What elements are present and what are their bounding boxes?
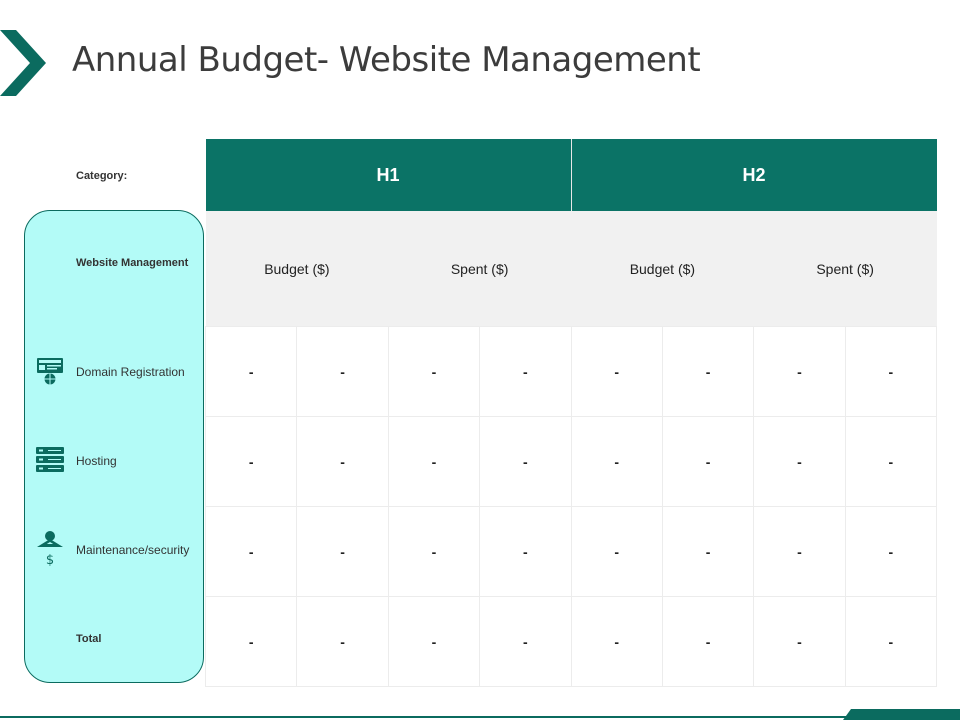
chevron-logo-icon [0,30,46,96]
table-cell: - [570,416,663,507]
table-cell: - [753,416,846,507]
period-header-row: H1 H2 [205,139,937,211]
table-cell: - [296,596,389,687]
table-cell: - [479,416,572,507]
table-cell: - [387,596,481,687]
table-cell: - [570,596,663,687]
table-cell: - [661,506,755,597]
domain-registration-icon [37,358,63,385]
row-label-hosting: Hosting [76,454,117,468]
server-rack-icon [36,447,64,472]
table-row: - - - - - - - - [204,506,938,597]
period-header-h2: H2 [571,139,937,211]
row-label-total: Total [76,633,102,645]
table-cell: - [844,326,938,417]
table-cell: - [204,596,298,687]
table-cell: - [661,326,755,417]
table-row: - - - - - - - - [204,326,938,417]
footer-tab [843,709,960,720]
table-cell: - [387,326,481,417]
footer-rule [0,716,960,718]
table-cell: - [844,416,938,507]
table-cell: - [204,506,298,597]
budget-table: H1 H2 Budget ($) Spent ($) Budget ($) Sp… [204,139,938,687]
table-cell: - [479,506,572,597]
table-cell: - [753,596,846,687]
table-row: - - - - - - - - [204,416,938,507]
table-cell: - [661,416,755,507]
table-cell: - [387,506,481,597]
subheader-h1-budget: Budget ($) [205,211,389,327]
table-cell: - [661,596,755,687]
table-cell: - [844,596,938,687]
table-cell: - [753,506,846,597]
table-cell: - [570,326,663,417]
subheader-h2-budget: Budget ($) [571,211,754,327]
table-cell: - [296,416,389,507]
table-cell: - [479,326,572,417]
row-label-website-management: Website Management [76,257,189,269]
table-cell: - [570,506,663,597]
subheader-row: Budget ($) Spent ($) Budget ($) Spent ($… [205,211,937,327]
table-cell: - [844,506,938,597]
table-cell: - [204,416,298,507]
table-cell: - [296,326,389,417]
row-label-domain-registration: Domain Registration [76,365,185,379]
period-header-h1: H1 [205,139,572,211]
subheader-h2-spent: Spent ($) [753,211,937,327]
subheader-h1-spent: Spent ($) [388,211,571,327]
table-cell: - [296,506,389,597]
maintenance-cost-icon: $ [37,531,63,566]
page-title: Annual Budget- Website Management [72,40,701,80]
category-label: Category: [76,170,128,182]
table-cell: - [387,416,481,507]
svg-text:$: $ [46,553,54,566]
table-cell: - [753,326,846,417]
table-cell: - [479,596,572,687]
row-label-maintenance-security: Maintenance/security [76,543,190,557]
table-row: - - - - - - - - [204,596,938,687]
table-cell: - [204,326,298,417]
